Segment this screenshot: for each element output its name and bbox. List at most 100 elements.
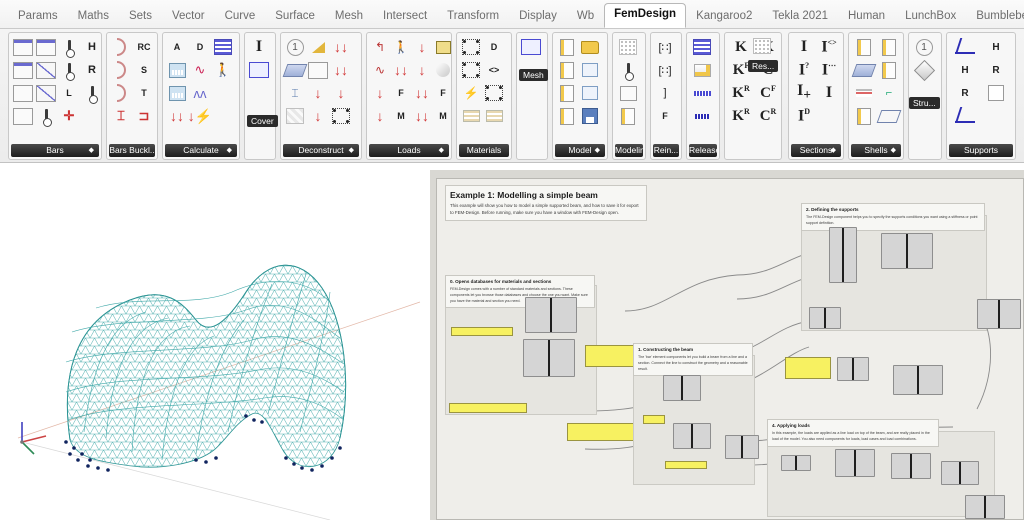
calc-calculator-a-icon[interactable]: [166, 59, 188, 81]
panel-deconstruct-dropdown-icon[interactable]: ◆: [349, 144, 354, 157]
decon-square-icon[interactable]: [307, 59, 329, 81]
calc-loadbolt-icon[interactable]: ↓⚡: [188, 105, 212, 127]
calc-person-icon[interactable]: 🚶: [212, 59, 234, 81]
bar-beam-icon[interactable]: [12, 36, 34, 58]
modtool-page-bolt-icon[interactable]: [617, 105, 639, 127]
cover-beam-icon[interactable]: I: [248, 36, 270, 58]
panel-label-reinforcement[interactable]: Rein...: [653, 144, 679, 157]
model-doc2-icon[interactable]: [556, 105, 578, 127]
tab-maths[interactable]: Maths: [68, 6, 119, 29]
tab-lunchbox[interactable]: LunchBox: [895, 6, 966, 29]
calc-loadcombo-icon[interactable]: ↓↓: [166, 105, 188, 127]
mat-node3-icon[interactable]: [483, 82, 505, 104]
component-model-assembly[interactable]: [977, 299, 1021, 329]
model-open-icon[interactable]: [579, 36, 601, 58]
load-curve-icon[interactable]: ↰: [369, 36, 391, 58]
panel-label-modelling-tools[interactable]: ModelingT...: [615, 144, 643, 157]
tab-bumblebee[interactable]: Bumblebee: [966, 6, 1024, 29]
section-i-dots-icon[interactable]: I⋯: [818, 59, 840, 81]
buckl-section2-icon[interactable]: ⊐: [133, 105, 155, 127]
modtool-dots-icon[interactable]: [617, 36, 639, 58]
bar-beam-bolt-icon[interactable]: [35, 36, 57, 58]
bar-frame-icon[interactable]: [12, 105, 34, 127]
component-material-database[interactable]: [525, 297, 577, 333]
res-dots-icon[interactable]: [751, 35, 773, 57]
note-example-title[interactable]: Example 1: Modelling a simple beam This …: [445, 185, 647, 221]
shell-mesh3d-icon[interactable]: [876, 105, 902, 127]
cover-plate-icon[interactable]: [248, 59, 270, 81]
component-point-support[interactable]: [881, 233, 933, 269]
struct-numbered-icon[interactable]: 1: [913, 36, 935, 58]
load-point-icon[interactable]: ↓: [411, 36, 433, 58]
tab-surface[interactable]: Surface: [265, 6, 325, 29]
shell-plate3d-icon[interactable]: [851, 59, 877, 81]
bar-pin-r-icon[interactable]: [58, 59, 80, 81]
tab-intersect[interactable]: Intersect: [373, 6, 437, 29]
component-load-combination[interactable]: [941, 461, 979, 485]
shell-r-icon[interactable]: [878, 59, 900, 81]
component-support-point[interactable]: [829, 227, 857, 283]
buckl-section-icon[interactable]: ⌶: [110, 105, 132, 127]
panel-bars-dropdown-icon[interactable]: ◆: [89, 144, 94, 157]
modtool-pin-icon[interactable]: [617, 59, 639, 81]
mat-node2-icon[interactable]: [460, 59, 482, 81]
section-i-q-icon[interactable]: I?: [793, 59, 815, 81]
section-i-angle-icon[interactable]: I<>: [818, 36, 840, 58]
panel-label-shells[interactable]: Shells ◆: [851, 144, 901, 157]
model-add-icon[interactable]: [556, 59, 578, 81]
panel-beam-length[interactable]: [643, 415, 665, 424]
mat-list-bolt-icon[interactable]: [483, 105, 505, 127]
panel-calculate-dropdown-icon[interactable]: ◆: [227, 144, 232, 157]
reinf-bracket2-icon[interactable]: [∷]: [654, 59, 676, 81]
component-support-group[interactable]: [893, 365, 943, 395]
tab-sets[interactable]: Sets: [119, 6, 162, 29]
struct-diamond-icon[interactable]: [913, 59, 935, 81]
component-section-database[interactable]: [523, 339, 575, 377]
grasshopper-canvas[interactable]: Example 1: Modelling a simple beam This …: [430, 170, 1024, 520]
panel-material-name[interactable]: [451, 327, 513, 336]
tab-tekla-2021[interactable]: Tekla 2021: [762, 6, 838, 29]
shell-lines-icon[interactable]: [853, 82, 875, 104]
panel-shells-dropdown-icon[interactable]: ◆: [891, 144, 896, 157]
model-save-icon[interactable]: [579, 105, 601, 127]
panel-material-value[interactable]: [449, 403, 527, 413]
bar-pin-h-icon[interactable]: [58, 36, 80, 58]
model-table2-icon[interactable]: [579, 82, 601, 104]
panel-model-dropdown-icon[interactable]: ◆: [595, 144, 600, 157]
load-sphere-icon[interactable]: [432, 59, 454, 81]
tab-femdesign[interactable]: FemDesign: [604, 2, 687, 28]
panel-label-calculate[interactable]: Calculate ◆: [165, 144, 237, 157]
release-springs-icon[interactable]: [691, 82, 713, 104]
tab-display[interactable]: Display: [509, 6, 567, 29]
section-i-save-icon[interactable]: I: [818, 82, 840, 104]
shell-h-icon[interactable]: [878, 36, 900, 58]
calc-calculator-d-icon[interactable]: [166, 82, 188, 104]
buckl-arc-rc-icon[interactable]: [110, 36, 132, 58]
calc-analysis-a-icon[interactable]: A: [166, 36, 188, 58]
ribbon-tab-bar[interactable]: Params Maths Sets Vector Curve Surface M…: [0, 0, 1024, 29]
tab-vector[interactable]: Vector: [162, 6, 215, 29]
decon-numbered-icon[interactable]: 1: [284, 36, 306, 58]
panel-label-materials[interactable]: Materials: [459, 144, 509, 157]
component-save-model[interactable]: [965, 495, 1005, 519]
component-bar-element[interactable]: [673, 423, 711, 449]
component-beam-output[interactable]: [725, 435, 759, 459]
modtool-box-icon[interactable]: [617, 82, 639, 104]
decon-load2-icon[interactable]: ↓↓: [330, 59, 352, 81]
calc-curve-icon[interactable]: ∿: [189, 59, 211, 81]
bar-column-icon[interactable]: [12, 82, 34, 104]
release-grid-icon[interactable]: [691, 36, 713, 58]
bar-pin-l-icon[interactable]: [81, 82, 103, 104]
support-h2-icon[interactable]: H: [954, 59, 976, 81]
decon-load3-icon[interactable]: ↓: [307, 82, 329, 104]
load-person-icon[interactable]: 🚶: [390, 36, 412, 58]
shell-axes-icon[interactable]: ⌐: [878, 82, 900, 104]
support-r2-icon[interactable]: R: [954, 82, 976, 104]
model-doc-icon[interactable]: [556, 82, 578, 104]
panel-label-bars[interactable]: Bars ◆: [11, 144, 99, 157]
rhino-3d-viewport[interactable]: [0, 170, 430, 520]
support-point-icon[interactable]: [954, 105, 976, 127]
panel-label-loads[interactable]: Loads ◆: [369, 144, 449, 157]
panel-label-sections[interactable]: Sections ◆: [791, 144, 841, 157]
grasshopper-canvas-inner[interactable]: Example 1: Modelling a simple beam This …: [436, 178, 1024, 520]
